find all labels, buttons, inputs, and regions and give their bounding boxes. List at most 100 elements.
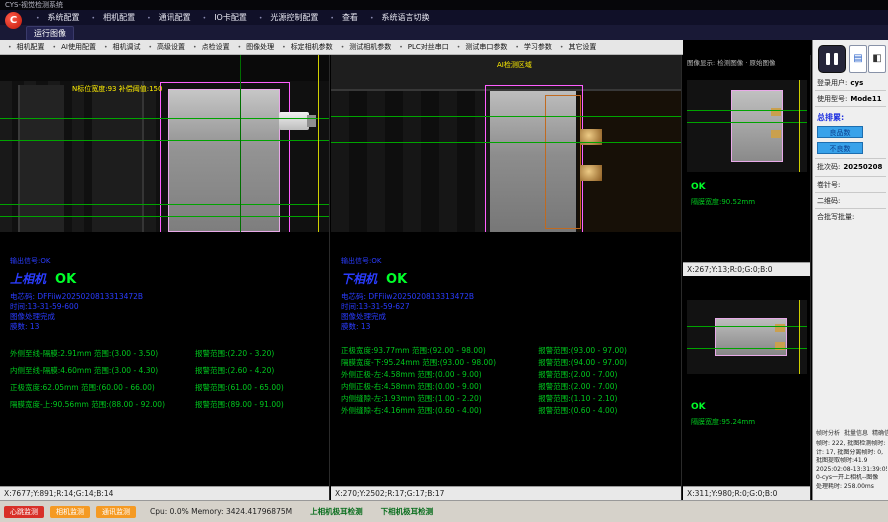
needle-number-label: 卷针号: [817, 181, 840, 189]
camera-result-area-lower: 输出信号:OK 下相机OK 电芯码: DFFiiw202502081331347… [331, 232, 681, 486]
app-window: CYS-视觉检测系统 系统配置 相机配置 通讯配置 IO卡配置 光源控制配置 查… [0, 0, 888, 522]
stats-tab[interactable]: 精确信息 [872, 428, 888, 437]
user-icon-button[interactable]: ▤ [849, 45, 867, 73]
measurement-value: 正极宽度:62.05mm 范围:(60.00 - 66.00) [10, 379, 195, 396]
toolbar-item[interactable]: 图像处理 [234, 42, 279, 52]
toolbar-item[interactable]: 标定相机参数 [278, 42, 337, 52]
tab-highlight-region [580, 165, 602, 181]
stats-log-line: 处理耗时: 258.00ms [816, 483, 887, 492]
measurement-alarm-range: 报警范围:(2.60 - 4.20) [195, 362, 329, 379]
camera-status-ok: OK [55, 272, 76, 287]
measurement-alarm-range: 报警范围:(2.20 - 3.20) [195, 345, 329, 362]
measurement-row: 正极宽度:62.05mm 范围:(60.00 - 66.00) 报警范围:(61… [10, 379, 329, 396]
measurement-row: 外侧正极-左:4.58mm 范围:(0.00 - 9.00) 报警范围:(2.0… [341, 369, 681, 381]
app-logo-icon: C [5, 12, 22, 29]
film-count-line: 膜数: 13 [341, 322, 681, 332]
output-signal-line: 输出信号:OK [341, 256, 681, 266]
counter-box-bad: 不良数 [817, 142, 863, 154]
measure-line-overlay [0, 118, 329, 119]
total-count-label: 总排累: [817, 112, 844, 123]
batch-code-field: 批次码:20250208 [817, 162, 882, 172]
overlay-threshold-text: N标位宽度:93 补偿阈值:150 [72, 84, 162, 94]
calibration-line-overlay [799, 300, 800, 374]
cursor-coordinates-aux-1: X:267;Y:13;R:0;G:0;B:0 [683, 262, 810, 276]
model-label: 使用型号: [817, 95, 847, 103]
output-signal-line: 输出信号:OK [10, 256, 329, 266]
heartbeat-monitor-badge[interactable]: 心跳监测 [4, 506, 44, 518]
toolbar-item[interactable]: 相机配置 [4, 42, 49, 52]
measurement-value: 外侧缝隙-右:4.16mm 范围:(0.60 - 4.00) [341, 405, 538, 417]
measure-line-overlay [331, 142, 681, 143]
menu-item-list: 系统配置 相机配置 通讯配置 IO卡配置 光源控制配置 查看 系统语言切换 [0, 10, 888, 25]
lower-camera-detect-label: 下相机极耳检测 [381, 506, 434, 517]
camera-image-upper[interactable]: N标位宽度:93 补偿阈值:150 [0, 55, 329, 232]
measurement-value: 外侧至线-隔膜:2.91mm 范围:(3.00 - 3.50) [10, 345, 195, 362]
menu-item[interactable]: IO卡配置 [197, 12, 253, 23]
toolbar-item[interactable]: 学习参数 [511, 42, 556, 52]
camera-name-label: 下相机 [341, 272, 377, 286]
measurement-alarm-range: 报警范围:(2.00 - 7.00) [538, 381, 681, 393]
camera-monitor-badge[interactable]: 相机监测 [50, 506, 90, 518]
aux-camera-image-1[interactable] [687, 80, 807, 172]
menu-item[interactable]: 通讯配置 [141, 12, 197, 23]
camera-name-label: 上相机 [10, 272, 46, 286]
stats-tab[interactable]: 帧时分析 [816, 428, 840, 437]
stats-log-line: 帧时: 222, 批图检测帧时: [816, 440, 887, 449]
camera-image-lower[interactable]: AI检测区域 [331, 55, 681, 232]
comm-monitor-badge[interactable]: 通讯监测 [96, 506, 136, 518]
aux-status-ok: OK [691, 402, 706, 412]
measure-line-overlay [0, 204, 329, 205]
toolbar-item[interactable]: 点检设置 [189, 42, 234, 52]
upper-camera-detect-label: 上相机极耳检测 [310, 506, 363, 517]
stats-tab-list: 帧时分析 批量信息 精确信息 [816, 428, 888, 437]
machine-block [92, 81, 144, 232]
menu-item[interactable]: 系统配置 [30, 12, 86, 23]
roi-rectangle-overlay [160, 82, 290, 232]
measure-line-overlay [331, 116, 681, 117]
menu-item[interactable]: 光源控制配置 [253, 12, 325, 23]
toolbar-item[interactable]: 测试串口参数 [453, 42, 512, 52]
counter-box-good: 良品数 [817, 126, 863, 138]
toolbar-item[interactable]: 测试相机参数 [337, 42, 396, 52]
toolbar-item[interactable]: PLC对丝串口 [395, 42, 453, 52]
process-done-line: 图像处理完成 [341, 312, 681, 322]
machine-top-band [0, 55, 329, 81]
stats-tab[interactable]: 批量信息 [844, 428, 868, 437]
measure-line-overlay [0, 140, 329, 141]
stats-log-line: 计: 17, 批图分离帧时: 0, [816, 449, 887, 458]
toolbar-item[interactable]: 其它设置 [556, 42, 601, 52]
merge-batch-label: 合批写批量: [817, 213, 854, 221]
menu-item[interactable]: 相机配置 [86, 12, 142, 23]
toolbar-item[interactable]: AI使用配置 [49, 42, 100, 52]
login-user-field: 登录用户:cys [817, 78, 863, 88]
stats-log-line: 0-cys一开上相机--图像 [816, 474, 887, 483]
aux-camera-image-2[interactable] [687, 300, 807, 374]
tab-run-image[interactable]: 运行图像 [26, 26, 74, 41]
title-bar: CYS-视觉检测系统 [0, 0, 888, 10]
batch-code-value: 20250208 [843, 163, 882, 171]
pause-button[interactable] [818, 45, 846, 73]
toolbar: 相机配置 AI使用配置 相机调试 高级设置 点检设置 图像处理 标定相机参数 测… [0, 40, 683, 55]
measurement-alarm-range: 报警范围:(61.00 - 65.00) [195, 379, 329, 396]
menu-item[interactable]: 查看 [324, 12, 364, 23]
toolbar-item[interactable]: 相机调试 [100, 42, 145, 52]
machine-block [18, 85, 64, 232]
aux-camera-panel-1: OK 隔膜宽度:90.52mm X:267;Y:13;R:0;G:0;B:0 [683, 66, 810, 276]
measurement-alarm-range: 报警范围:(1.10 - 2.10) [538, 393, 681, 405]
machine-background [331, 91, 491, 232]
measure-line-overlay [687, 110, 807, 111]
calibration-line-overlay [799, 80, 800, 172]
machine-block [577, 91, 681, 232]
measurement-alarm-range: 报警范围:(94.00 - 97.00) [538, 357, 681, 369]
measurement-alarm-range: 报警范围:(93.00 - 97.00) [538, 345, 681, 357]
cursor-coordinates-aux-2: X:311;Y:980;R:0;G:0;B:0 [683, 486, 810, 500]
menu-item[interactable]: 系统语言切换 [364, 12, 436, 23]
aux-camera-panel-2: OK 隔膜宽度:95.24mm X:311;Y:980;R:0;G:0;B:0 [683, 276, 810, 500]
measurement-value: 隔膜宽度-下:95.24mm 范围:(93.00 - 98.00) [341, 357, 538, 369]
toolbar-item[interactable]: 高级设置 [145, 42, 190, 52]
camera-icon-button[interactable]: ◧ [868, 45, 886, 73]
part-connector [279, 112, 309, 130]
measure-line-overlay [687, 348, 807, 349]
merge-batch-field: 合批写批量: [817, 212, 854, 222]
camera-result-header: 下相机OK [341, 268, 681, 287]
